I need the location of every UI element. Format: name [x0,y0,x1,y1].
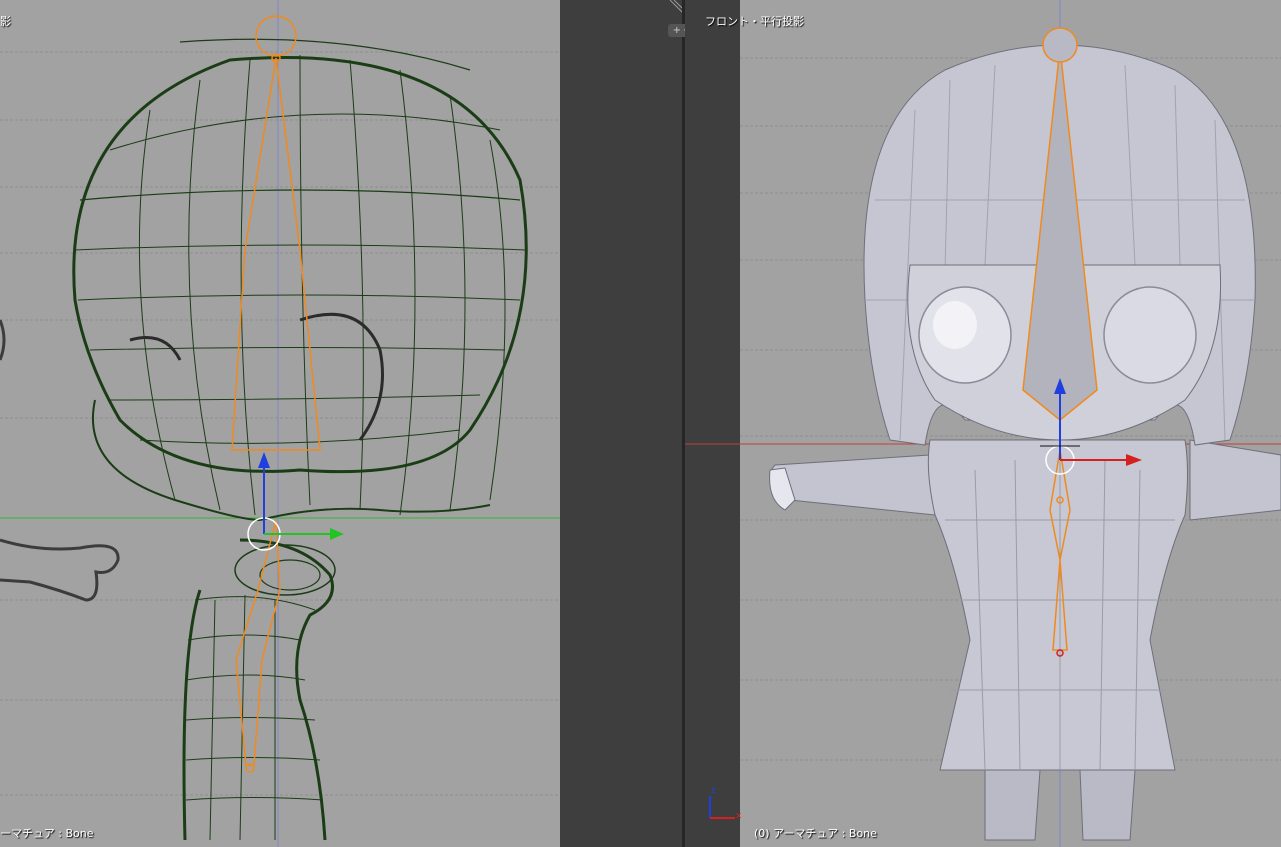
left-view-title: 影 [0,15,11,28]
left-view-status: ーマチュア : Bone [0,827,94,840]
arm-edge [0,319,6,361]
viewport-right-canvas[interactable]: z x [685,0,1281,847]
left-eye-highlight [933,301,977,349]
viewport-left-side[interactable]: 影 ーマチュア : Bone [0,0,682,847]
hand-outline [0,538,120,602]
left-viewport-dark-panel [560,0,682,847]
right-view-title: フロント・平行投影 [705,15,804,28]
viewport-right-front[interactable]: z x フロント・平行投影 (0) アーマチュア : Bone [685,0,1281,847]
dress-mesh [927,439,1188,771]
svg-text:x: x [736,811,742,821]
bone-head-tip-joint [255,15,297,57]
svg-text:z: z [711,786,716,796]
right-view-status: (0) アーマチュア : Bone [754,827,877,840]
axis-gizmo-icon: z x [709,786,742,821]
right-eye-mesh [1103,286,1197,384]
bone-head-tip-joint [1042,27,1078,63]
transform-gizmo [247,452,344,551]
corner-grip-icon[interactable] [668,0,682,14]
head-wireframe [72,38,528,521]
